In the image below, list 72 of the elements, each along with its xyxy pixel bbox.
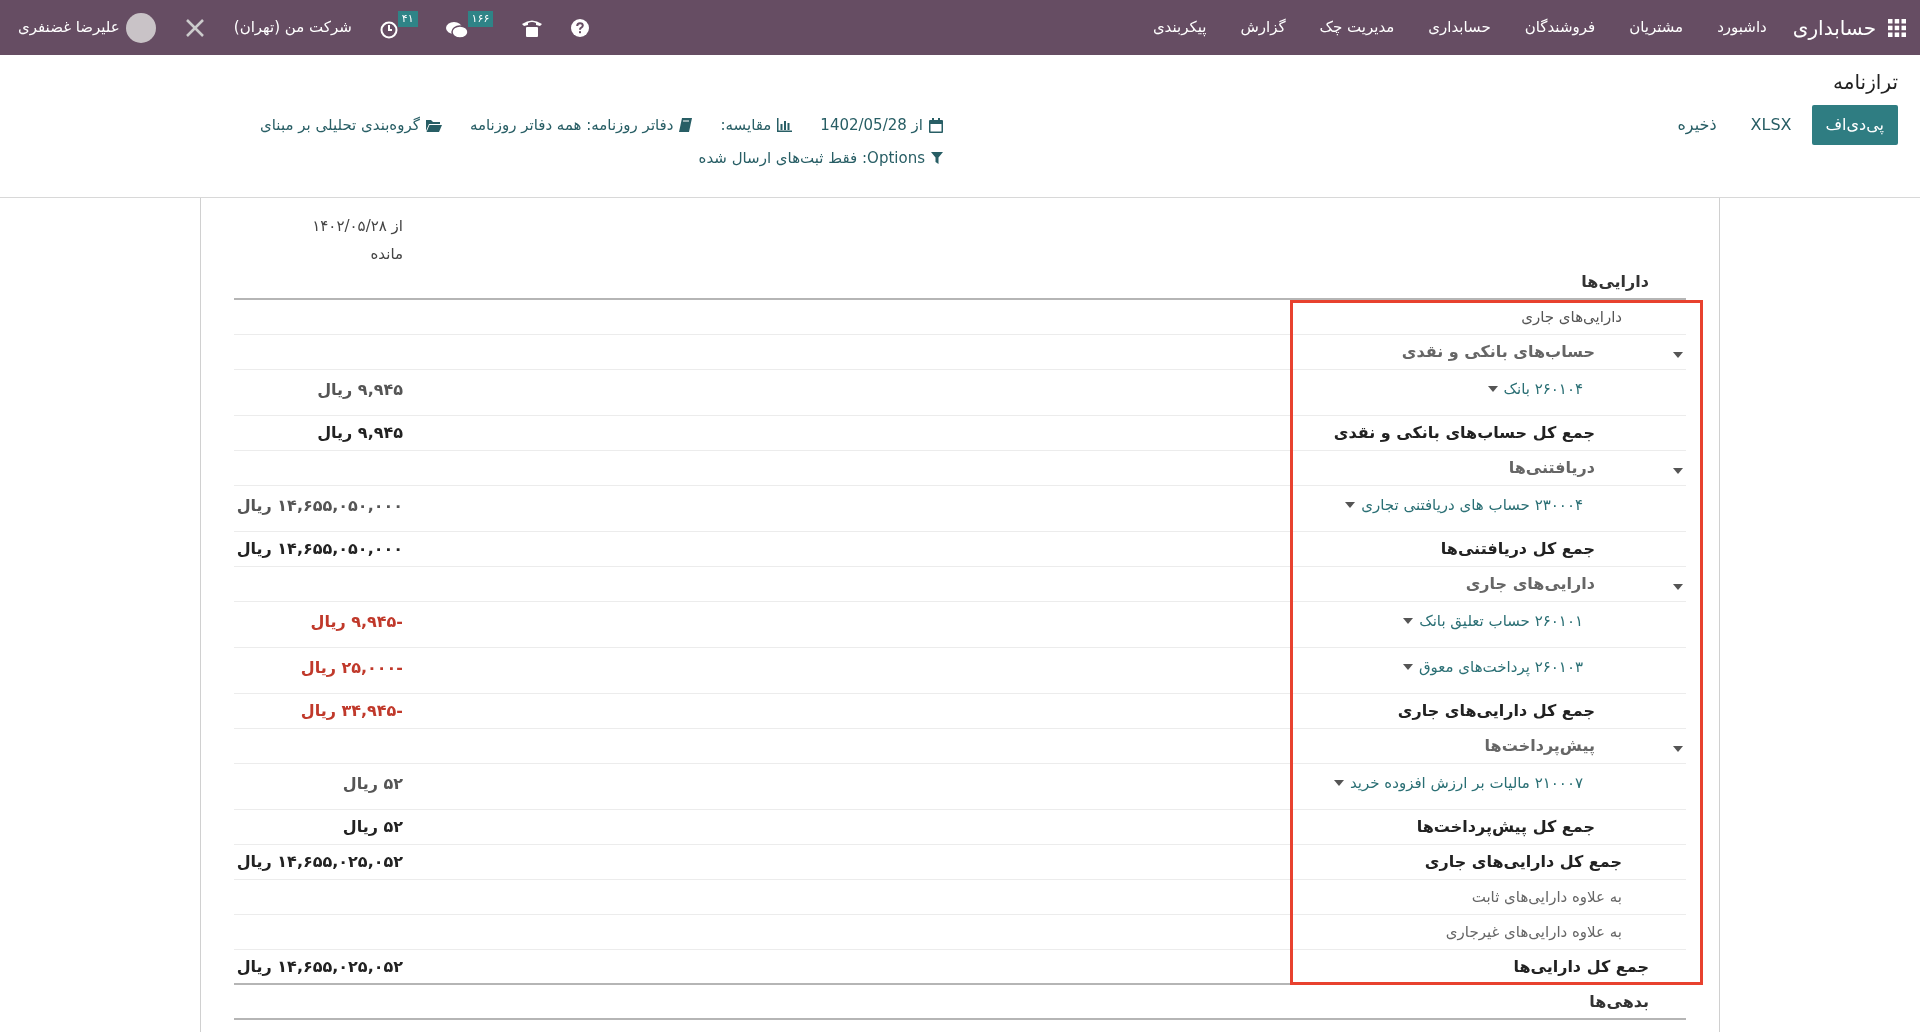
chat-icon xyxy=(445,20,468,39)
menu-item[interactable]: حسابداری xyxy=(1428,16,1491,39)
amount: -۹,۹۴۵ ریال xyxy=(310,611,403,633)
amount: ۱۴,۶۵۵,۰۲۵,۰۵۲ ریال xyxy=(236,955,403,978)
menu-item[interactable]: داشبورد xyxy=(1717,16,1767,39)
column-header: مانده xyxy=(370,244,403,265)
column-header: از ۱۴۰۲/۰۵/۲۸ xyxy=(312,216,403,237)
action-button[interactable]: XLSX xyxy=(1736,105,1806,145)
filter-button[interactable]: از 1402/05/28 xyxy=(820,113,943,137)
caret-icon xyxy=(1402,664,1413,671)
amount: ۱۴,۶۵۵,۰۵۰,۰۰۰ ریال xyxy=(236,495,403,517)
group-heading: دریافتنی‌ها xyxy=(1508,457,1595,479)
menu-item[interactable]: پیکربندی xyxy=(1152,16,1207,39)
total-label: جمع کل دارایی‌ها xyxy=(1513,955,1649,978)
group-heading: پیش‌پرداخت‌ها xyxy=(1484,735,1595,758)
app-title[interactable]: حسابداری xyxy=(1792,12,1876,43)
filter-button[interactable]: مقایسه: xyxy=(720,113,793,137)
account-link[interactable]: ۲۱۰۰۰۷ مالیات بر ارزش افزوده خرید xyxy=(1334,772,1583,795)
caret-icon xyxy=(1334,780,1344,787)
action-button[interactable]: پی‌دی‌اف xyxy=(1811,105,1898,145)
account-link[interactable]: ۲۶۰۱۰۳ پرداخت‌های معوق xyxy=(1402,656,1583,679)
messages-count: ۱۶۶ xyxy=(467,10,494,27)
row-label: به علاوه دارایی‌های ثابت xyxy=(1471,886,1622,908)
account-link[interactable]: ۲۳۰۰۰۴ حساب های دریافتنی تجاری xyxy=(1345,494,1583,517)
amount: -۳۴,۹۴۵ ریال xyxy=(300,700,403,722)
caret-icon xyxy=(1487,386,1498,393)
options-filter[interactable]: Options: فقط ثبت‌های ارسال شده xyxy=(698,147,925,170)
total-label: جمع کل دریافتنی‌ها xyxy=(1440,538,1595,560)
caret-icon xyxy=(1345,502,1356,509)
messages-button[interactable]: ۱۶۶ xyxy=(445,10,494,41)
amount: ۵۲ ریال xyxy=(342,816,403,838)
section-heading: دارایی‌ها xyxy=(1581,270,1649,293)
amount: ۹,۹۴۵ ریال xyxy=(317,379,403,401)
filter-button[interactable]: دفاتر روزنامه: همه دفاتر روزنامه xyxy=(469,113,693,137)
avatar[interactable] xyxy=(125,12,156,43)
help-icon[interactable] xyxy=(571,18,590,37)
menu-item[interactable]: مدیریت چک xyxy=(1319,16,1395,39)
activities-count: ۴۱ xyxy=(397,10,418,27)
account-link[interactable]: ۲۶۰۱۰۱ حساب تعلیق بانک xyxy=(1403,610,1583,633)
tools-icon[interactable] xyxy=(183,16,206,39)
activities-button[interactable]: ۴۱ xyxy=(379,10,418,41)
account-link[interactable]: ۲۶۰۱۰۴ بانک xyxy=(1487,378,1583,401)
action-button[interactable]: ذخیره xyxy=(1663,105,1731,145)
company-switcher[interactable]: شرکت من (تهران) xyxy=(233,16,352,39)
section-heading: بدهی‌ها xyxy=(1589,990,1649,1013)
menu-item[interactable]: مشتریان xyxy=(1629,16,1684,39)
filter-button[interactable]: گروه‌بندی تحلیلی بر مبنای xyxy=(260,113,442,137)
book-icon xyxy=(679,118,693,132)
total-label: جمع کل دارایی‌های جاری xyxy=(1424,851,1622,873)
menu-item[interactable]: گزارش xyxy=(1240,16,1286,39)
amount: ۱۴,۶۵۵,۰۵۰,۰۰۰ ریال xyxy=(236,538,403,560)
calendar-icon xyxy=(929,117,943,133)
section-heading: دارایی‌های جاری xyxy=(1521,306,1622,328)
bar-chart-icon xyxy=(777,118,793,132)
amount: ۹,۹۴۵ ریال xyxy=(317,422,403,444)
group-heading: حساب‌های بانکی و نقدی xyxy=(1401,341,1595,363)
page-title: ترازنامه xyxy=(1832,69,1898,96)
amount: -۲۵,۰۰۰ ریال xyxy=(300,657,403,679)
folder-icon xyxy=(425,118,442,132)
caret-icon xyxy=(1403,618,1414,625)
filter-icon xyxy=(931,152,943,165)
total-label: جمع کل حساب‌های بانکی و نقدی xyxy=(1333,422,1595,444)
group-heading: دارایی‌های جاری xyxy=(1465,573,1595,595)
amount: ۱۴,۶۵۵,۰۲۵,۰۵۲ ریال xyxy=(236,851,403,873)
row-label: به علاوه دارایی‌های غیرجاری xyxy=(1445,921,1622,943)
total-label: جمع کل پیش‌پرداخت‌ها xyxy=(1416,816,1595,839)
clock-icon xyxy=(379,20,398,39)
apps-menu-icon[interactable] xyxy=(1888,18,1906,37)
total-label: جمع کل دارایی‌های جاری xyxy=(1397,700,1595,722)
user-name[interactable]: علیرضا غضنفری xyxy=(18,16,120,39)
amount: ۵۲ ریال xyxy=(342,773,403,795)
menu-item[interactable]: فروشندگان xyxy=(1524,16,1596,39)
